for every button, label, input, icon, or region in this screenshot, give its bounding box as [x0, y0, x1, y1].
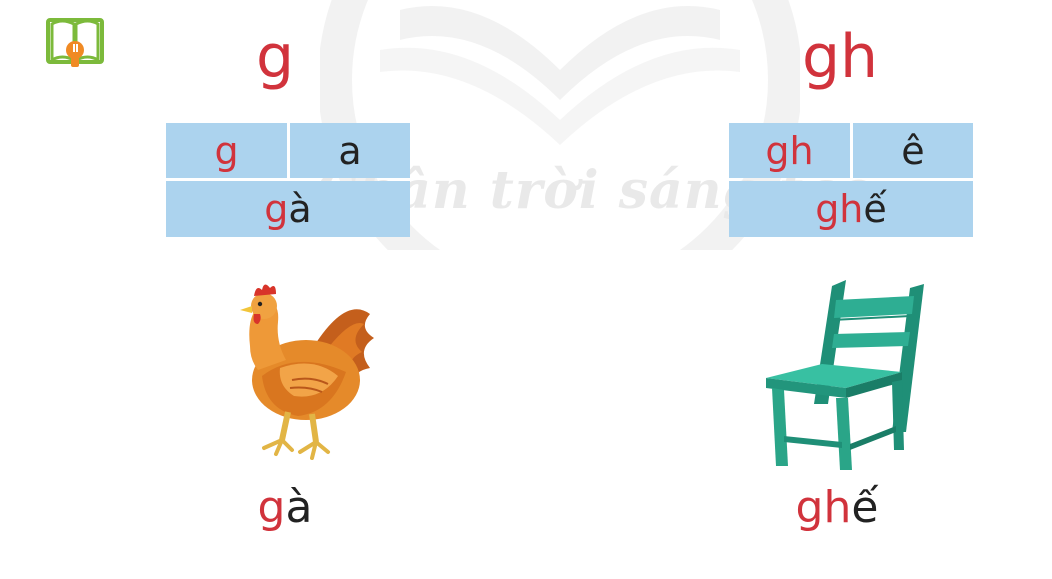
word-ghe: ghế	[772, 480, 902, 536]
word-rime: ế	[851, 482, 879, 533]
cell-syllable-ga: gà	[166, 181, 410, 237]
spelling-grid-gh: gh ê gh ế	[729, 123, 973, 237]
word-onset: gh	[795, 482, 852, 533]
chair-illustration	[766, 280, 924, 470]
spelling-grid-g: g a gà	[166, 123, 410, 237]
syllable-onset: g	[264, 187, 289, 231]
syllable-onset: gh	[815, 187, 864, 231]
word-ga: gà	[230, 480, 340, 536]
book-lightbulb-icon[interactable]	[46, 16, 104, 74]
letter-g-heading: g	[255, 22, 295, 92]
cell-vowel-e: ê	[853, 123, 973, 178]
cell-syllable-ghe: gh ế	[729, 181, 973, 237]
cell-consonant-g: g	[166, 123, 287, 178]
syllable-rime: à	[288, 187, 312, 231]
letter-gh-heading: gh	[801, 22, 879, 92]
syllable-rime: ế	[863, 187, 887, 231]
cell-vowel-a: a	[290, 123, 410, 178]
hen-illustration	[240, 284, 374, 460]
word-onset: g	[257, 482, 286, 533]
word-rime: à	[285, 482, 313, 533]
cell-consonant-gh: gh	[729, 123, 850, 178]
